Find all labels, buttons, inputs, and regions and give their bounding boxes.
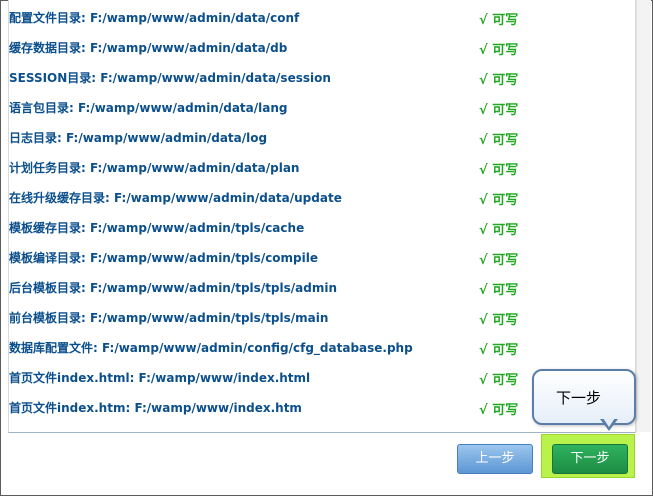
directory-path: 首页文件index.html: F:/wamp/www/index.html xyxy=(9,371,311,385)
writable-status: √ 可写 xyxy=(479,313,519,328)
directory-path: 数据库配置文件: F:/wamp/www/admin/config/cfg_da… xyxy=(9,341,413,355)
writable-status: √ 可写 xyxy=(479,223,519,238)
tooltip-text: 下一步 xyxy=(556,389,602,407)
directory-row: 缓存数据目录: F:/wamp/www/admin/data/db √ 可写 xyxy=(9,39,609,59)
directory-path: 缓存数据目录: F:/wamp/www/admin/data/db xyxy=(9,41,288,55)
directory-path: 在线升级缓存目录: F:/wamp/www/admin/data/update xyxy=(9,191,342,205)
writable-status: √ 可写 xyxy=(479,343,519,358)
directory-row: SESSION目录: F:/wamp/www/admin/data/sessio… xyxy=(9,69,609,89)
writable-status: √ 可写 xyxy=(479,163,519,178)
directory-path: 前台模板目录: F:/wamp/www/admin/tpls/tpls/main xyxy=(9,311,329,325)
next-step-tooltip: 下一步 xyxy=(532,369,636,425)
writable-status: √ 可写 xyxy=(479,13,519,28)
directory-path: 模板编译目录: F:/wamp/www/admin/tpls/compile xyxy=(9,251,319,265)
directory-path: 语言包目录: F:/wamp/www/admin/data/lang xyxy=(9,101,288,115)
directory-row: 模板编译目录: F:/wamp/www/admin/tpls/compile √… xyxy=(9,249,609,269)
directory-row: 在线升级缓存目录: F:/wamp/www/admin/data/update … xyxy=(9,189,609,209)
writable-status: √ 可写 xyxy=(479,73,519,88)
directory-path: 配置文件目录: F:/wamp/www/admin/data/conf xyxy=(9,11,300,25)
directory-path: 首页文件index.htm: F:/wamp/www/index.htm xyxy=(9,401,302,415)
writable-status: √ 可写 xyxy=(479,253,519,268)
writable-status: √ 可写 xyxy=(479,283,519,298)
directory-row: 首页文件index.html: F:/wamp/www/index.html √… xyxy=(9,369,609,389)
directory-row: 后台模板目录: F:/wamp/www/admin/tpls/tpls/admi… xyxy=(9,279,609,299)
directory-path: SESSION目录: F:/wamp/www/admin/data/sessio… xyxy=(9,71,331,85)
writable-status: √ 可写 xyxy=(479,43,519,58)
directory-row: 配置文件目录: F:/wamp/www/admin/data/conf √ 可写 xyxy=(9,9,609,29)
tooltip-pointer-fill xyxy=(603,418,615,427)
directory-row: 首页文件index.htm: F:/wamp/www/index.htm √ 可… xyxy=(9,399,609,419)
next-step-button[interactable]: 下一步 xyxy=(552,444,628,474)
directory-path: 后台模板目录: F:/wamp/www/admin/tpls/tpls/admi… xyxy=(9,281,338,295)
directory-row: 模板缓存目录: F:/wamp/www/admin/tpls/cache √ 可… xyxy=(9,219,609,239)
writable-status: √ 可写 xyxy=(479,373,519,388)
directory-path: 日志目录: F:/wamp/www/admin/data/log xyxy=(9,131,268,145)
directory-path: 计划任务目录: F:/wamp/www/admin/data/plan xyxy=(9,161,300,175)
writable-status: √ 可写 xyxy=(479,103,519,118)
writable-status: √ 可写 xyxy=(479,403,519,418)
vertical-scrollbar[interactable] xyxy=(636,0,651,432)
previous-step-button[interactable]: 上一步 xyxy=(457,444,533,474)
directory-row: 前台模板目录: F:/wamp/www/admin/tpls/tpls/main… xyxy=(9,309,609,329)
directory-row: 数据库配置文件: F:/wamp/www/admin/config/cfg_da… xyxy=(9,339,609,359)
directory-row: 计划任务目录: F:/wamp/www/admin/data/plan √ 可写 xyxy=(9,159,609,179)
writable-status: √ 可写 xyxy=(479,133,519,148)
directory-path: 模板缓存目录: F:/wamp/www/admin/tpls/cache xyxy=(9,221,305,235)
writable-status: √ 可写 xyxy=(479,193,519,208)
directory-row: 日志目录: F:/wamp/www/admin/data/log √ 可写 xyxy=(9,129,609,149)
directory-row: 语言包目录: F:/wamp/www/admin/data/lang √ 可写 xyxy=(9,99,609,119)
